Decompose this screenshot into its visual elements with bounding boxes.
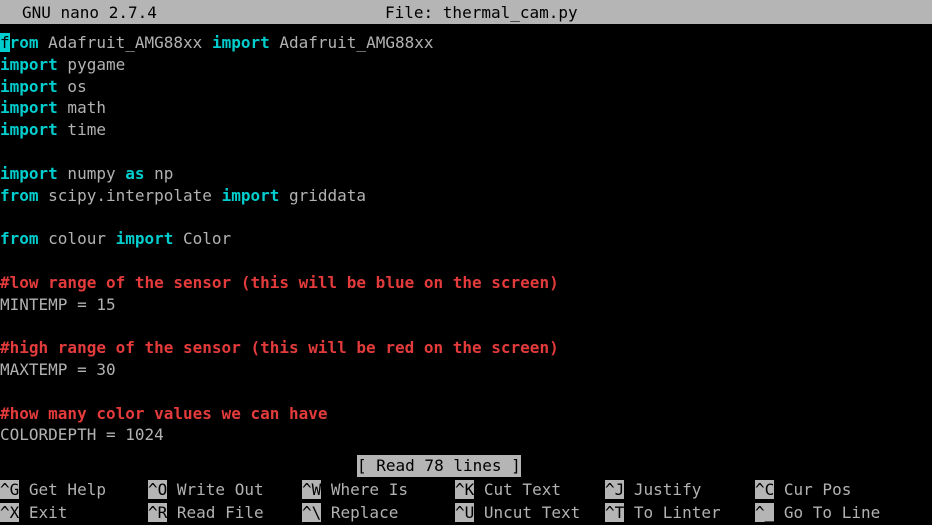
code-token: import (0, 76, 58, 96)
code-line[interactable]: from scipy.interpolate import griddata (0, 185, 932, 207)
current-file-label: File: thermal_cam.py (385, 3, 578, 22)
nano-version-label: GNU nano 2.7.4 (22, 3, 157, 22)
code-token: import (115, 229, 174, 249)
title-bar: GNU nano 2.7.4 File: thermal_cam.py (0, 0, 932, 24)
shortcut-to-linter[interactable]: ^T To Linter (605, 502, 721, 525)
shortcut-label: Exit (19, 503, 68, 522)
nano-editor-screen: GNU nano 2.7.4 File: thermal_cam.py from… (0, 0, 932, 525)
code-token: import (211, 33, 270, 52)
shortcut-go-to-line[interactable]: ^_ Go To Line (755, 502, 880, 525)
shortcut-help-bar: ^G Get Help ^O Write Out ^W Where Is ^K Cut… (0, 479, 932, 525)
shortcut-key: ^_ (755, 503, 775, 522)
shortcut-cur-pos[interactable]: ^C Cur Pos (755, 479, 851, 502)
code-line[interactable] (0, 381, 932, 403)
shortcut-key: ^C (755, 480, 775, 499)
shortcut-key: ^J (605, 480, 625, 499)
code-line[interactable] (0, 315, 932, 337)
code-token: #high range of the sensor (this will be … (0, 338, 559, 358)
code-token: np (144, 163, 174, 183)
shortcut-label: Go To Line (774, 503, 881, 522)
code-line[interactable] (0, 250, 932, 272)
code-line[interactable]: import numpy as np (0, 163, 932, 185)
shortcut-row: ^X Exit ^R Read File ^\ Replace ^U Uncut Te… (0, 502, 932, 525)
shortcut-label: Replace (321, 503, 399, 522)
code-token: math (57, 98, 106, 118)
code-line[interactable]: from Adafruit_AMG88xx import Adafruit_AM… (0, 32, 932, 54)
code-token: numpy (57, 163, 126, 183)
shortcut-read-file[interactable]: ^R Read File (148, 502, 264, 525)
shortcut-key: ^T (605, 503, 625, 522)
shortcut-label: Cut Text (474, 480, 561, 499)
shortcut-key: ^G (0, 480, 20, 499)
code-line[interactable]: #low range of the sensor (this will be b… (0, 272, 932, 294)
shortcut-write-out[interactable]: ^O Write Out (148, 479, 264, 502)
shortcut-key: ^O (148, 480, 168, 499)
code-token: Adafruit_AMG88xx (269, 33, 434, 52)
code-token: import (0, 120, 58, 140)
code-token: os (57, 76, 87, 96)
shortcut-label: Write Out (167, 480, 264, 499)
shortcut-label: To Linter (624, 503, 721, 522)
shortcut-cut-text[interactable]: ^K Cut Text (455, 479, 561, 502)
code-token: time (57, 120, 106, 140)
shortcut-key: ^U (455, 503, 475, 522)
shortcut-key: ^W (302, 480, 322, 499)
text-cursor: f (0, 33, 10, 52)
code-line[interactable]: import time (0, 119, 932, 141)
code-token: import (0, 98, 58, 118)
shortcut-label: Where Is (321, 480, 408, 499)
code-line[interactable] (0, 206, 932, 228)
code-line[interactable]: #high range of the sensor (this will be … (0, 337, 932, 359)
shortcut-key: ^\ (302, 503, 322, 522)
code-line[interactable] (0, 141, 932, 163)
code-token: MINTEMP = 15 (0, 294, 116, 314)
shortcut-label: Uncut Text (474, 503, 581, 522)
code-line[interactable]: COLORDEPTH = 1024 (0, 424, 932, 446)
shortcut-exit[interactable]: ^X Exit (0, 502, 67, 525)
code-token: import (221, 185, 280, 205)
code-line[interactable]: from colour import Color (0, 228, 932, 250)
shortcut-key: ^K (455, 480, 475, 499)
code-token: MAXTEMP = 30 (0, 359, 116, 379)
code-token: griddata (279, 185, 367, 205)
code-token: Color (173, 229, 232, 249)
code-token: as (125, 163, 145, 183)
shortcut-where-is[interactable]: ^W Where Is (302, 479, 408, 502)
code-token: rom (9, 33, 39, 52)
shortcut-key: ^R (148, 503, 168, 522)
code-token: from (0, 229, 39, 249)
code-line[interactable]: import pygame (0, 54, 932, 76)
code-token: import (0, 163, 58, 183)
code-line[interactable]: #how many color values we can have (0, 403, 932, 425)
shortcut-label: Get Help (19, 480, 106, 499)
shortcut-replace[interactable]: ^\ Replace (302, 502, 398, 525)
code-token: COLORDEPTH = 1024 (0, 425, 164, 445)
code-token: pygame (57, 54, 126, 74)
code-line[interactable]: import math (0, 97, 932, 119)
code-token: colour (38, 229, 116, 249)
shortcut-label: Cur Pos (774, 480, 852, 499)
shortcut-justify[interactable]: ^J Justify (605, 479, 701, 502)
code-token: from (0, 185, 39, 205)
shortcut-row: ^G Get Help ^O Write Out ^W Where Is ^K Cut… (0, 479, 932, 502)
editor-text-area[interactable]: from Adafruit_AMG88xx import Adafruit_AM… (0, 32, 932, 472)
code-token: import (0, 54, 58, 74)
code-line[interactable]: MAXTEMP = 30 (0, 359, 932, 381)
code-token: Adafruit_AMG88xx (38, 33, 212, 52)
code-line[interactable]: MINTEMP = 15 (0, 294, 932, 316)
shortcut-label: Read File (167, 503, 264, 522)
shortcut-key: ^X (0, 503, 20, 522)
shortcut-label: Justify (624, 480, 702, 499)
code-line[interactable]: import os (0, 76, 932, 98)
code-token: #low range of the sensor (this will be b… (0, 272, 559, 292)
code-token: #how many color values we can have (0, 403, 328, 423)
shortcut-get-help[interactable]: ^G Get Help (0, 479, 106, 502)
shortcut-uncut-text[interactable]: ^U Uncut Text (455, 502, 580, 525)
code-token: scipy.interpolate (38, 185, 222, 205)
status-message: [ Read 78 lines ] (357, 455, 521, 477)
